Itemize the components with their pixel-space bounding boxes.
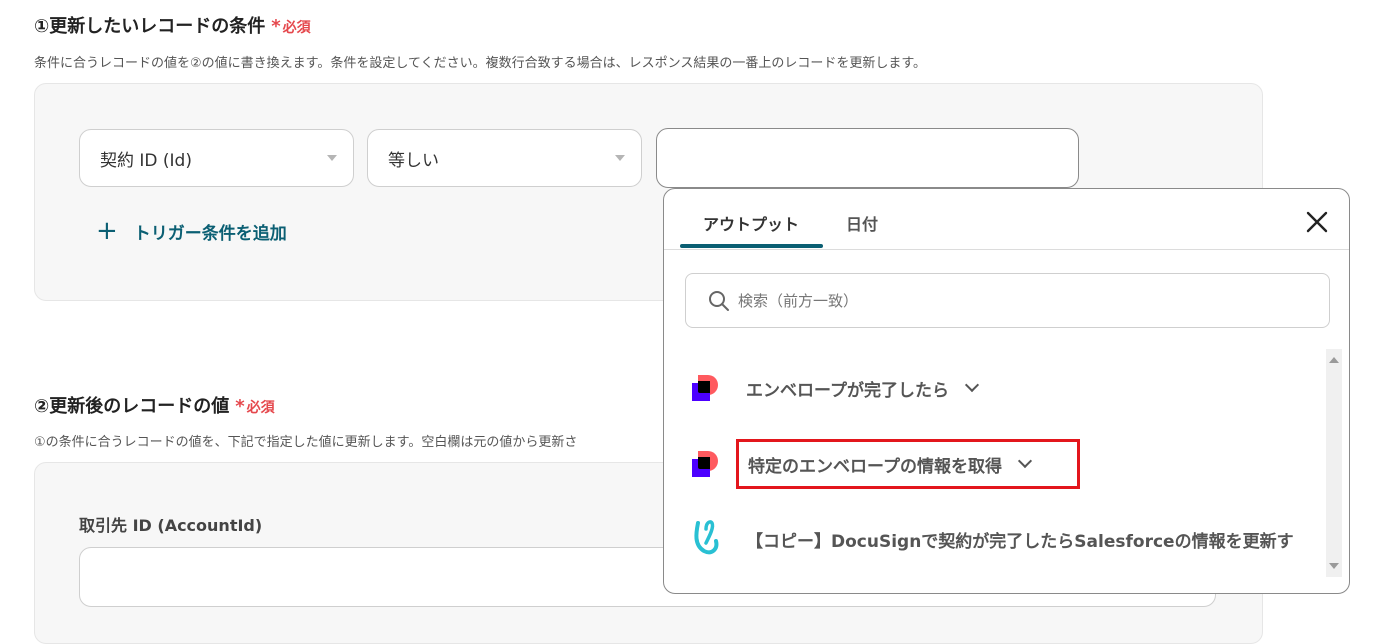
docusign-icon [692, 451, 718, 477]
search-icon [709, 290, 729, 311]
operator-select-value: 等しい [388, 150, 439, 171]
account-id-label: 取引先 ID (AccountId) [79, 516, 263, 535]
chevron-down-icon [964, 377, 980, 393]
required-badge: * 必須 [235, 396, 275, 417]
scroll-up-icon[interactable] [1329, 357, 1339, 363]
field-select-value: 契約 ID (Id) [100, 150, 192, 171]
operator-select[interactable]: 等しい [367, 129, 642, 187]
tab-date[interactable]: 日付 [846, 211, 878, 235]
section1-title-text: ①更新したいレコードの条件 [34, 16, 266, 37]
tab-output[interactable]: アウトプット [703, 211, 799, 235]
scroll-down-icon[interactable] [1329, 563, 1339, 569]
output-picker-popup: アウトプット 日付 検索（前方一致） エンベロープが完了したら 特定のエンベロー… [663, 188, 1350, 594]
list-item[interactable]: エンベロープが完了したら [692, 375, 980, 401]
dropdown-caret-icon [615, 155, 625, 161]
list-item[interactable]: 【コピー】DocuSignで契約が完了したらSalesforceの情報を更新す [692, 519, 1322, 559]
list-item-label: エンベロープが完了したら [746, 380, 949, 401]
section2-title: ②更新後のレコードの値 * 必須 [34, 392, 275, 418]
active-tab-indicator [680, 244, 823, 248]
required-label: 必須 [246, 400, 275, 416]
search-input[interactable]: 検索（前方一致） [685, 273, 1330, 328]
add-condition-button[interactable]: + トリガー条件を追加 [96, 218, 287, 244]
plus-icon: + [96, 216, 118, 246]
dropdown-caret-icon [327, 155, 337, 161]
list-item-label: 特定のエンベロープの情報を取得 [748, 456, 1002, 477]
yoom-icon [694, 520, 719, 555]
list-item[interactable]: 特定のエンベロープの情報を取得 [692, 451, 1033, 477]
required-badge: * 必須 [271, 16, 311, 37]
section2-description: ①の条件に合うレコードの値を、下記で指定した値に更新します。空白欄は元の値から更… [34, 435, 578, 450]
search-placeholder: 検索（前方一致） [738, 292, 859, 310]
section1-description: 条件に合うレコードの値を②の値に書き換えます。条件を設定してください。複数行合致… [34, 56, 927, 71]
tab-divider [664, 249, 1349, 250]
chevron-down-icon [1017, 453, 1033, 469]
section1-title: ①更新したいレコードの条件 * 必須 [34, 12, 311, 38]
close-icon[interactable] [1306, 209, 1328, 239]
scrollbar[interactable] [1326, 349, 1342, 577]
add-condition-label: トリガー条件を追加 [133, 223, 287, 244]
field-select[interactable]: 契約 ID (Id) [79, 129, 354, 187]
docusign-icon [692, 375, 718, 401]
condition-value-input[interactable] [656, 128, 1079, 188]
list-item-label: 【コピー】DocuSignで契約が完了したらSalesforceの情報を更新す [746, 531, 1294, 552]
section2-title-text: ②更新後のレコードの値 [34, 396, 230, 417]
required-label: 必須 [282, 20, 311, 36]
